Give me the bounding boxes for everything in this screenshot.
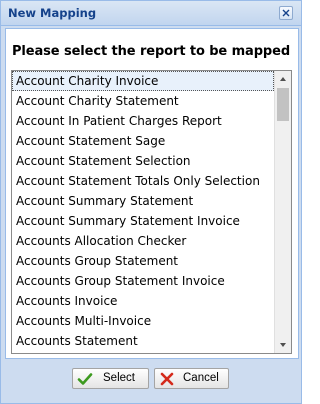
- list-item[interactable]: Account Statement Sage: [12, 131, 274, 151]
- list-item[interactable]: Accounts Statement: [12, 331, 274, 351]
- dialog-titlebar[interactable]: New Mapping: [1, 1, 301, 26]
- cross-icon: [160, 372, 174, 386]
- checkmark-icon: [77, 373, 93, 385]
- dialog-prompt: Please select the report to be mapped: [12, 44, 291, 59]
- select-button[interactable]: Select: [72, 368, 149, 389]
- list-item[interactable]: Account Statement Totals Only Selection: [12, 171, 274, 191]
- list-item[interactable]: Accounts Invoice: [12, 291, 274, 311]
- scrollbar-thumb[interactable]: [277, 88, 289, 121]
- list-item[interactable]: Account Statement Selection: [12, 151, 274, 171]
- report-listbox[interactable]: Account Charity Invoice Account Charity S…: [11, 70, 292, 354]
- list-item[interactable]: Accounts Allocation Checker: [12, 231, 274, 251]
- list-item[interactable]: Accounts Multi-Invoice: [12, 311, 274, 331]
- scroll-up-arrow-icon[interactable]: [275, 71, 291, 87]
- list-item[interactable]: Accounts Group Statement Invoice: [12, 271, 274, 291]
- cancel-button[interactable]: Cancel: [154, 368, 229, 389]
- list-item[interactable]: Account Charity Invoice: [12, 71, 274, 91]
- close-button[interactable]: [279, 6, 293, 20]
- list-item[interactable]: Account In Patient Charges Report: [12, 111, 274, 131]
- list-item[interactable]: Accounts Group Statement: [12, 251, 274, 271]
- cancel-button-label: Cancel: [183, 372, 219, 384]
- list-item[interactable]: Account Charity Statement: [12, 91, 274, 111]
- dialog-title: New Mapping: [8, 6, 97, 20]
- select-button-label: Select: [103, 372, 135, 384]
- vertical-scrollbar[interactable]: [274, 71, 291, 353]
- list-item[interactable]: Account Summary Statement Invoice: [12, 211, 274, 231]
- report-list: Account Charity Invoice Account Charity S…: [12, 71, 274, 351]
- close-icon: [282, 9, 290, 17]
- new-mapping-dialog: New Mapping Please select the report to …: [0, 0, 302, 404]
- dialog-footer: Select Cancel: [1, 357, 301, 403]
- list-item[interactable]: Account Summary Statement: [12, 191, 274, 211]
- scroll-down-arrow-icon[interactable]: [275, 337, 291, 353]
- dialog-body: Please select the report to be mapped Ac…: [5, 28, 299, 359]
